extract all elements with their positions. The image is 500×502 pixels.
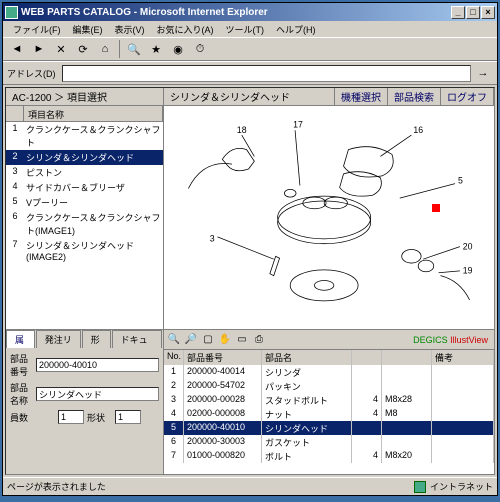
item-list-pane: 項目名称 1クランクケース＆クランクシャフト2シリンダ＆シリンダヘッド3ピストン… [6,106,164,329]
callout-18: 18 [237,125,247,135]
table-row[interactable]: 2200000-54702パッキン [164,379,494,393]
minimize-button[interactable]: _ [451,6,465,19]
menu-tools[interactable]: ツール(T) [220,22,271,36]
app-icon [5,6,18,19]
table-row[interactable]: 1200000-40014シリンダ [164,365,494,379]
list-item[interactable]: 4サイドカバー＆ブリーザ [6,180,163,195]
ie-toolbar: ◄ ► ✕ ⟳ ⌂ 🔍 ★ ◉ ⏱ [3,37,497,61]
tab-doc[interactable]: ドキュメント [112,330,162,348]
titlebar: WEB PARTS CATALOG - Microsoft Internet E… [3,3,497,21]
callout-5: 5 [458,176,463,186]
zoom-in-icon[interactable]: 🔍 [166,332,182,348]
menubar: ファイル(F) 編集(E) 表示(V) お気に入り(A) ツール(T) ヘルプ(… [3,21,497,37]
pan-icon[interactable]: ✋ [217,332,233,348]
callout-16: 16 [413,125,423,135]
close-button[interactable]: × [481,6,495,19]
page-title: シリンダ＆シリンダヘッド [164,88,335,105]
callout-17: 17 [293,119,303,129]
list-item[interactable]: 7シリンダ＆シリンダヘッド(IMAGE2) [6,238,163,263]
th-partno[interactable]: 部品番号 [184,350,262,365]
zone-text: イントラネット [430,480,493,493]
parts-search-button[interactable]: 部品検索 [388,88,441,105]
th-remark[interactable]: 備考 [432,350,494,365]
table-row[interactable]: 3200000-00028スタッドボルト4M8x28 [164,393,494,407]
menu-fav[interactable]: お気に入り(A) [151,22,220,36]
detail-tabs: 属注 発注リスト 形状 ドキュメント [6,330,163,348]
separator [119,40,120,58]
label-shape: 形状 [87,411,115,424]
list-item[interactable]: 6クランクケース＆クランクシャフト(IMAGE1) [6,210,163,238]
input-partname[interactable] [36,387,159,401]
home-button[interactable]: ⌂ [95,39,115,59]
input-qty[interactable] [58,410,84,424]
list-item[interactable]: 2シリンダ＆シリンダヘッド [6,150,163,165]
callout-20: 20 [463,241,473,251]
back-button[interactable]: ◄ [7,39,27,59]
input-shape[interactable] [115,410,141,424]
header-bar: AC-1200 ＞ 項目選択 シリンダ＆シリンダヘッド 機種選択 部品検索 ログ… [6,88,494,106]
table-row[interactable]: 6200000-30003ガスケット [164,435,494,449]
menu-view[interactable]: 表示(V) [109,22,151,36]
fit-icon[interactable]: ▢ [200,332,216,348]
media-button[interactable]: ◉ [168,39,188,59]
window-title: WEB PARTS CATALOG - Microsoft Internet E… [21,7,450,18]
refresh-button[interactable]: ⟳ [73,39,93,59]
th-name[interactable]: 部品名 [262,350,352,365]
model-select-button[interactable]: 機種選択 [335,88,388,105]
col-num [6,106,24,121]
breadcrumb: AC-1200 ＞ 項目選択 [6,88,164,105]
table-row[interactable]: 701000-000820ボルト4M8x20 [164,449,494,463]
label-qty: 員数 [10,411,58,424]
input-partno[interactable] [36,358,159,372]
parts-diagram: 18 17 3 16 5 20 19 [164,106,494,329]
col-name: 項目名称 [24,106,163,121]
history-button[interactable]: ⏱ [190,39,210,59]
fwd-button[interactable]: ► [29,39,49,59]
tab-shape[interactable]: 形状 [82,330,111,348]
search-button[interactable]: 🔍 [124,39,144,59]
address-label: アドレス(D) [7,67,56,80]
diagram-pane[interactable]: 18 17 3 16 5 20 19 [164,106,494,329]
th-no[interactable]: No. [164,350,184,365]
brand-label: DEGICS IllustView [413,335,492,345]
logoff-button[interactable]: ログオフ [441,88,494,105]
table-row[interactable]: 402000-000008ナット4M8 [164,407,494,421]
status-text: ページが表示されました [7,480,106,493]
status-bar: ページが表示されました イントラネット [3,477,497,495]
menu-edit[interactable]: 編集(E) [67,22,109,36]
label-partname: 部品名称 [10,381,36,407]
selection-marker [432,204,440,212]
th-qty[interactable] [352,350,382,365]
menu-help[interactable]: ヘルプ(H) [270,22,322,36]
callout-3: 3 [210,234,215,244]
list-item[interactable]: 3ピストン [6,165,163,180]
tab-order[interactable]: 発注リスト [36,330,81,348]
address-bar: アドレス(D) → [3,61,497,85]
menu-file[interactable]: ファイル(F) [7,22,67,36]
th-spec[interactable] [382,350,432,365]
detail-form: 部品番号 部品名称 員数 形状 [6,348,163,474]
zone-icon [414,481,426,493]
tab-attr[interactable]: 属注 [6,330,35,348]
maximize-button[interactable]: □ [466,6,480,19]
fav-button[interactable]: ★ [146,39,166,59]
select-icon[interactable]: ▭ [234,332,250,348]
parts-table: No. 部品番号 部品名 備考 1200000-40014シリンダ2200000… [164,350,494,474]
stop-button[interactable]: ✕ [51,39,71,59]
zoom-out-icon[interactable]: 🔎 [183,332,199,348]
list-item[interactable]: 1クランクケース＆クランクシャフト [6,122,163,150]
go-button[interactable]: → [473,63,493,83]
print-icon[interactable]: ⎙ [251,332,267,348]
table-row[interactable]: 5200000-40010シリンダヘッド [164,421,494,435]
callout-19: 19 [463,266,473,276]
item-list: 1クランクケース＆クランクシャフト2シリンダ＆シリンダヘッド3ピストン4サイドカ… [6,122,163,329]
address-input[interactable] [62,65,472,82]
list-item[interactable]: 5Vプーリー [6,195,163,210]
label-partno: 部品番号 [10,352,36,378]
table-toolbar: 🔍 🔎 ▢ ✋ ▭ ⎙ DEGICS IllustView [164,330,494,350]
